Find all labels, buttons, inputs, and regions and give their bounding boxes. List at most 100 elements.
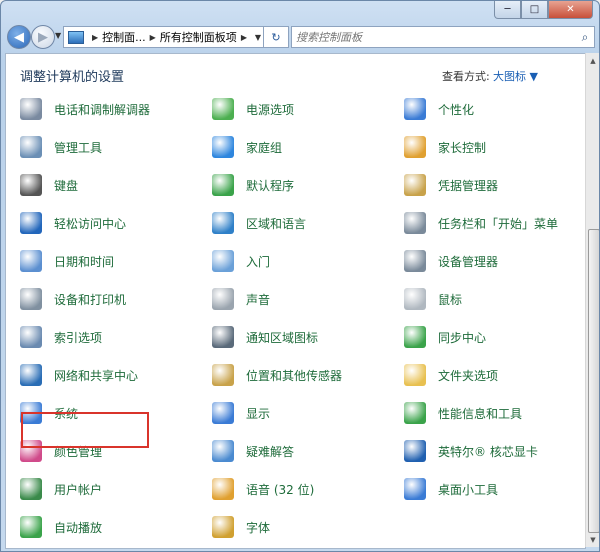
notification-area-icon xyxy=(212,326,234,348)
control-panel-item-label: 任务栏和「开始」菜单 xyxy=(438,216,559,231)
title-bar: ─ □ ✕ xyxy=(1,1,599,21)
chevron-right-icon[interactable]: ▶ xyxy=(92,33,98,42)
control-panel-item-label: 键盘 xyxy=(54,178,79,193)
control-panel-item-label: 通知区域图标 xyxy=(246,330,319,345)
control-panel-item[interactable]: 入门 xyxy=(212,248,270,274)
control-panel-item-label: 轻松访问中心 xyxy=(54,216,127,231)
control-panel-window: ─ □ ✕ ◀ ▶ ▼ ▶ 控制面... ▶ 所有控制面板项 ▶ ▼ ↻ ⌕ 调… xyxy=(0,0,600,552)
phone-modem-icon xyxy=(20,98,42,120)
user-accounts-icon xyxy=(20,478,42,500)
devices-printers-icon xyxy=(20,288,42,310)
control-panel-item-label: 疑难解答 xyxy=(246,444,295,459)
scroll-thumb[interactable] xyxy=(588,229,599,533)
search-box[interactable]: ⌕ xyxy=(291,26,595,48)
control-panel-content: 调整计算机的设置 查看方式: 大图标 ▼ 电话和调制解调器 电源选项 个性化 管理工具… xyxy=(5,53,586,549)
device-manager-icon xyxy=(404,250,426,272)
control-panel-item[interactable]: 语音 (32 位) xyxy=(212,476,314,502)
control-panel-item-label: 字体 xyxy=(246,520,271,535)
chevron-right-icon[interactable]: ▶ xyxy=(241,33,247,42)
control-panel-item[interactable]: 英特尔® 核芯显卡 xyxy=(404,438,538,464)
control-panel-item[interactable]: 位置和其他传感器 xyxy=(212,362,342,388)
scroll-down-icon[interactable]: ▼ xyxy=(586,532,599,547)
control-panel-item-label: 同步中心 xyxy=(438,330,487,345)
sound-icon xyxy=(212,288,234,310)
chevron-right-icon[interactable]: ▶ xyxy=(150,33,156,42)
control-panel-item[interactable]: 日期和时间 xyxy=(20,248,114,274)
control-panel-item-label: 鼠标 xyxy=(438,292,463,307)
navigation-bar: ◀ ▶ ▼ ▶ 控制面... ▶ 所有控制面板项 ▶ ▼ ↻ ⌕ xyxy=(1,23,599,51)
search-input[interactable] xyxy=(292,29,576,45)
control-panel-item[interactable]: 任务栏和「开始」菜单 xyxy=(404,210,558,236)
refresh-button[interactable]: ↻ xyxy=(263,26,289,48)
control-panel-item[interactable]: 默认程序 xyxy=(212,172,294,198)
location-sensors-icon xyxy=(212,364,234,386)
control-panel-item[interactable]: 凭据管理器 xyxy=(404,172,498,198)
control-panel-item-label: 网络和共享中心 xyxy=(54,368,139,383)
parental-controls-icon xyxy=(404,136,426,158)
control-panel-item[interactable]: 家庭组 xyxy=(212,134,282,160)
view-by-label: 查看方式: xyxy=(442,70,490,83)
control-panel-item[interactable]: 家长控制 xyxy=(404,134,486,160)
control-panel-item-label: 入门 xyxy=(246,254,271,269)
control-panel-item-label: 文件夹选项 xyxy=(438,368,499,383)
getting-started-icon xyxy=(212,250,234,272)
control-panel-item[interactable]: 疑难解答 xyxy=(212,438,294,464)
control-panel-item-label: 个性化 xyxy=(438,102,475,117)
control-panel-item[interactable]: 桌面小工具 xyxy=(404,476,498,502)
control-panel-item-label: 桌面小工具 xyxy=(438,482,499,497)
maximize-button[interactable]: □ xyxy=(521,1,548,19)
control-panel-item[interactable]: 管理工具 xyxy=(20,134,102,160)
address-dropdown-icon[interactable]: ▼ xyxy=(255,33,261,42)
breadcrumb-control-panel[interactable]: 控制面... xyxy=(102,29,146,45)
homegroup-icon xyxy=(212,136,234,158)
forward-button[interactable]: ▶ xyxy=(31,25,55,49)
control-panel-item[interactable]: 声音 xyxy=(212,286,270,312)
control-panel-item-label: 家长控制 xyxy=(438,140,487,155)
control-panel-item-label: 家庭组 xyxy=(246,140,283,155)
control-panel-item-label: 默认程序 xyxy=(246,178,295,193)
troubleshooting-icon xyxy=(212,440,234,462)
control-panel-item-label: 语音 (32 位) xyxy=(246,482,315,497)
control-panel-item[interactable]: 电话和调制解调器 xyxy=(20,96,150,122)
address-bar[interactable]: ▶ 控制面... ▶ 所有控制面板项 ▶ ▼ xyxy=(63,26,265,48)
control-panel-item[interactable]: 通知区域图标 xyxy=(212,324,318,350)
control-panel-item[interactable]: 电源选项 xyxy=(212,96,294,122)
scroll-up-icon[interactable]: ▲ xyxy=(586,53,599,68)
close-button[interactable]: ✕ xyxy=(548,1,593,19)
intel-graphics-icon xyxy=(404,440,426,462)
speech-icon xyxy=(212,478,234,500)
control-panel-item[interactable]: 同步中心 xyxy=(404,324,486,350)
power-options-icon xyxy=(212,98,234,120)
history-dropdown-icon[interactable]: ▼ xyxy=(55,31,61,40)
back-button[interactable]: ◀ xyxy=(7,25,31,49)
control-panel-item[interactable]: 文件夹选项 xyxy=(404,362,498,388)
control-panel-item[interactable]: 性能信息和工具 xyxy=(404,400,522,426)
vertical-scrollbar[interactable]: ▲ ▼ xyxy=(585,53,599,547)
performance-icon xyxy=(404,402,426,424)
control-panel-item[interactable]: 网络和共享中心 xyxy=(20,362,138,388)
control-panel-item[interactable]: 键盘 xyxy=(20,172,78,198)
control-panel-item[interactable]: 字体 xyxy=(212,514,270,540)
window-controls: ─ □ ✕ xyxy=(494,1,593,19)
view-by-dropdown[interactable]: 大图标 ▼ xyxy=(493,68,538,84)
control-panel-item-label: 设备管理器 xyxy=(438,254,499,269)
control-panel-item[interactable]: 鼠标 xyxy=(404,286,462,312)
control-panel-item[interactable]: 自动播放 xyxy=(20,514,102,540)
date-time-icon xyxy=(20,250,42,272)
control-panel-item[interactable]: 显示 xyxy=(212,400,270,426)
indexing-options-icon xyxy=(20,326,42,348)
control-panel-item[interactable]: 设备和打印机 xyxy=(20,286,126,312)
control-panel-item[interactable]: 轻松访问中心 xyxy=(20,210,126,236)
search-icon[interactable]: ⌕ xyxy=(576,30,594,45)
control-panel-item-label: 设备和打印机 xyxy=(54,292,127,307)
control-panel-item[interactable]: 区域和语言 xyxy=(212,210,306,236)
control-panel-item-label: 电话和调制解调器 xyxy=(54,102,151,117)
control-panel-item[interactable]: 用户帐户 xyxy=(20,476,102,502)
control-panel-item-label: 英特尔® 核芯显卡 xyxy=(438,444,538,459)
control-panel-item[interactable]: 索引选项 xyxy=(20,324,102,350)
minimize-button[interactable]: ─ xyxy=(494,1,521,19)
control-panel-item[interactable]: 设备管理器 xyxy=(404,248,498,274)
breadcrumb-all-items[interactable]: 所有控制面板项 xyxy=(160,29,237,45)
control-panel-item[interactable]: 个性化 xyxy=(404,96,474,122)
keyboard-icon xyxy=(20,174,42,196)
